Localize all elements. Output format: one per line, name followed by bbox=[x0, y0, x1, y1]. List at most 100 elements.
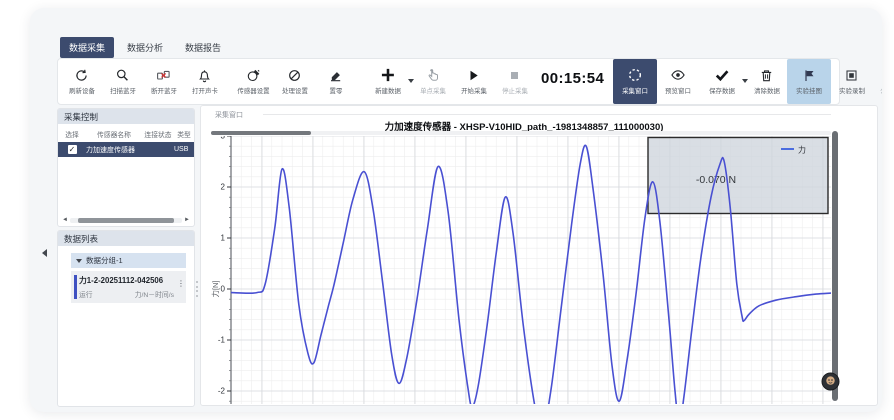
data-group-header[interactable]: 数据分组-1 bbox=[71, 253, 186, 268]
button-label: 处理设置 bbox=[282, 86, 308, 95]
item-status: 运行 bbox=[79, 289, 93, 299]
bell-icon bbox=[197, 67, 212, 83]
search-icon bbox=[115, 67, 130, 83]
item-axes: 力/N－时间/s bbox=[135, 289, 174, 299]
sidebar-collapse-arrow[interactable] bbox=[42, 249, 47, 257]
sensor-row[interactable]: ✓ 力加速度传感器 USB bbox=[58, 142, 194, 157]
chart-v-scrollbar[interactable] bbox=[832, 131, 838, 401]
chart-panel: 采集窗口 力加速度传感器 - XHSP-V10HID_path_-1981348… bbox=[200, 105, 878, 406]
svg-text:3: 3 bbox=[221, 136, 226, 141]
col-status: 连接状态 bbox=[142, 129, 174, 139]
formula-calc-button[interactable]: 公式计算 bbox=[872, 59, 882, 104]
single-point-collect-button[interactable]: 单点采集 bbox=[412, 59, 453, 104]
collect-window-button[interactable]: 采集窗口 bbox=[613, 59, 657, 104]
button-label: 扫描蓝牙 bbox=[110, 86, 136, 95]
scroll-right-icon[interactable]: ► bbox=[184, 217, 190, 223]
stop-collect-button[interactable]: 停止采集 bbox=[494, 59, 535, 104]
collect-timer: 00:15:54 bbox=[541, 70, 604, 87]
chevron-down-icon bbox=[76, 259, 82, 263]
button-label: 实验录制 bbox=[839, 86, 865, 95]
svg-text:1: 1 bbox=[221, 234, 226, 243]
scroll-left-icon[interactable]: ◄ bbox=[62, 217, 68, 223]
svg-text:0: 0 bbox=[221, 285, 226, 294]
sensor-table-header: 选择 传感器名称 连接状态 类型 bbox=[58, 124, 194, 142]
plus-icon bbox=[380, 67, 396, 83]
app-window: 数据采集 数据分析 数据报告 刷新设备 扫描蓝牙 断开蓝牙 打开声卡 bbox=[30, 8, 882, 412]
clear-data-button[interactable]: 清除数据 bbox=[746, 59, 787, 104]
start-collect-button[interactable]: 开始采集 bbox=[453, 59, 494, 104]
tab-data-analysis[interactable]: 数据分析 bbox=[118, 37, 172, 58]
preview-window-button[interactable]: 预览窗口 bbox=[657, 59, 698, 104]
trash-icon bbox=[759, 67, 774, 83]
button-label: 公式计算 bbox=[880, 86, 882, 95]
experiment-chart-button[interactable]: 实验挂图 bbox=[787, 59, 831, 104]
new-data-button[interactable]: 新建数据 bbox=[364, 59, 412, 104]
zero-button[interactable]: 置零 bbox=[315, 59, 356, 104]
svg-text:-2: -2 bbox=[218, 387, 226, 396]
button-label: 刷新设备 bbox=[69, 86, 95, 95]
marquee-icon bbox=[627, 67, 643, 83]
data-list-panel: 数据列表 数据分组-1 力1-2-20251112-042506 运行 力/N－… bbox=[57, 230, 195, 407]
main-tabbar: 数据采集 数据分析 数据报告 bbox=[60, 37, 230, 58]
col-select: 选择 bbox=[58, 129, 86, 139]
svg-text:2: 2 bbox=[221, 183, 226, 192]
panel-title: 采集控制 bbox=[58, 109, 194, 124]
refresh-icon bbox=[74, 67, 89, 83]
button-label: 实验挂图 bbox=[796, 86, 822, 95]
flag-icon bbox=[802, 67, 817, 83]
button-label: 单点采集 bbox=[420, 86, 446, 95]
button-label: 开始采集 bbox=[461, 86, 487, 95]
toolbar: 刷新设备 扫描蓝牙 断开蓝牙 打开声卡 传感器设置 处理设置 bbox=[57, 58, 840, 105]
svg-text:力[N]: 力[N] bbox=[211, 280, 220, 297]
check-icon bbox=[714, 67, 730, 83]
item-title: 力1-2-20251112-042506 bbox=[79, 275, 180, 286]
tab-data-report[interactable]: 数据报告 bbox=[176, 37, 230, 58]
play-icon bbox=[466, 67, 481, 83]
collect-control-panel: 采集控制 选择 传感器名称 连接状态 类型 ✓ 力加速度传感器 USB ◄ ► bbox=[57, 108, 195, 227]
dial-icon bbox=[287, 67, 302, 83]
record-icon bbox=[844, 67, 859, 83]
sensor-settings-button[interactable]: 传感器设置 bbox=[233, 59, 274, 104]
button-label: 清除数据 bbox=[754, 86, 780, 95]
divider bbox=[263, 114, 831, 115]
scan-bluetooth-button[interactable]: 扫描蓝牙 bbox=[102, 59, 143, 104]
item-accent-bar bbox=[74, 275, 77, 299]
button-label: 新建数据 bbox=[375, 86, 401, 95]
assistant-floating-button[interactable] bbox=[821, 372, 840, 391]
group-label: 数据分组-1 bbox=[86, 255, 123, 266]
button-label: 打开声卡 bbox=[192, 86, 218, 95]
svg-text:-1: -1 bbox=[218, 336, 226, 345]
button-label: 停止采集 bbox=[502, 86, 528, 95]
sensor-type: USB bbox=[174, 146, 194, 153]
button-label: 置零 bbox=[329, 86, 342, 95]
disconnect-bluetooth-button[interactable]: 断开蓝牙 bbox=[143, 59, 184, 104]
sensor-checkbox[interactable]: ✓ bbox=[68, 145, 77, 154]
eye-icon bbox=[670, 67, 686, 83]
button-label: 断开蓝牙 bbox=[151, 86, 177, 95]
scrollbar-thumb[interactable] bbox=[211, 131, 311, 135]
sidebar-splitter-handle[interactable] bbox=[196, 281, 198, 297]
scrollbar-thumb[interactable] bbox=[78, 218, 174, 223]
open-soundcard-button[interactable]: 打开声卡 bbox=[184, 59, 225, 104]
button-label: 采集窗口 bbox=[622, 86, 648, 95]
sensor-table-h-scrollbar[interactable]: ◄ ► bbox=[62, 217, 190, 223]
eraser-icon bbox=[328, 67, 343, 83]
waveform-plot[interactable]: 3210-1-2力[N]-0.070 N力 bbox=[211, 136, 831, 404]
button-label: 传感器设置 bbox=[237, 86, 269, 95]
button-label: 保存数据 bbox=[709, 86, 735, 95]
refresh-device-button[interactable]: 刷新设备 bbox=[61, 59, 102, 104]
save-data-button[interactable]: 保存数据 bbox=[698, 59, 746, 104]
col-sensor-name: 传感器名称 bbox=[86, 129, 142, 139]
button-label: 预览窗口 bbox=[665, 86, 691, 95]
stop-icon bbox=[507, 67, 522, 83]
process-settings-button[interactable]: 处理设置 bbox=[274, 59, 315, 104]
data-list-item[interactable]: 力1-2-20251112-042506 运行 力/N－时间/s ⋮ bbox=[71, 271, 186, 303]
col-type: 类型 bbox=[174, 129, 194, 139]
tab-data-collect[interactable]: 数据采集 bbox=[60, 37, 114, 58]
item-menu-icon[interactable]: ⋮ bbox=[177, 279, 185, 288]
chart-h-scrollbar[interactable] bbox=[211, 131, 831, 135]
experiment-record-button[interactable]: 实验录制 bbox=[831, 59, 872, 104]
bluetooth-disconnect-icon bbox=[156, 67, 171, 83]
svg-text:力: 力 bbox=[798, 145, 806, 155]
hand-icon bbox=[425, 67, 440, 83]
